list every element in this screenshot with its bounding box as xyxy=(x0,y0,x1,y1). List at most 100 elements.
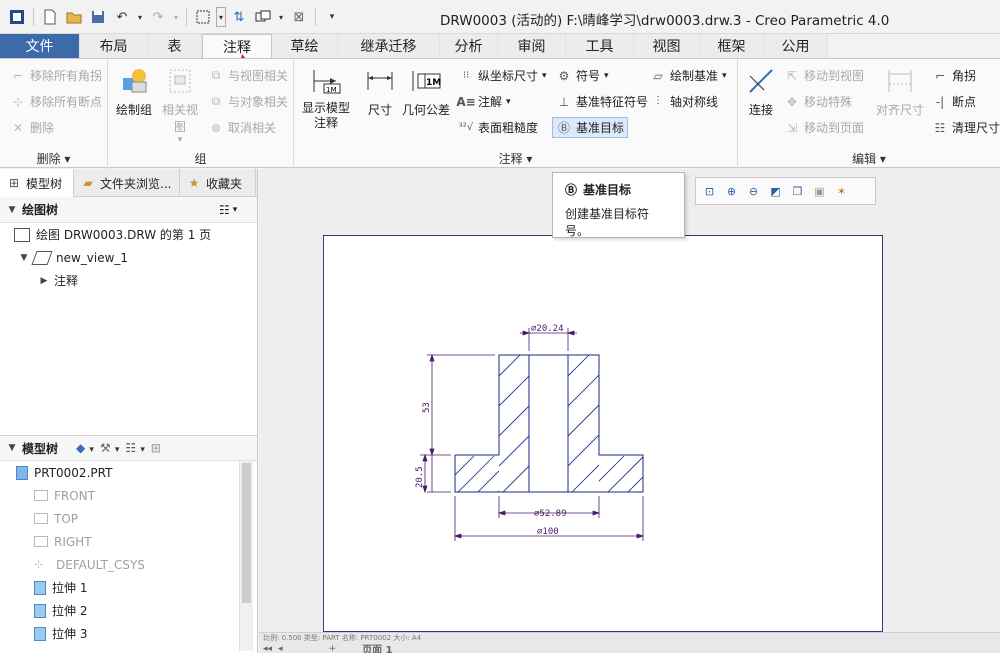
page-first-icon[interactable]: ◂◂ xyxy=(263,644,272,653)
dropdown-arrow-icon[interactable]: ▾ xyxy=(276,6,286,28)
unrelate-button[interactable]: ⊗ 取消相关 xyxy=(208,119,276,136)
windows-icon[interactable] xyxy=(252,6,274,28)
draw-tree-header[interactable]: ▼ 绘图树 ☷ ▾ xyxy=(0,197,257,223)
datum-target-button[interactable]: Ⓑ 基准目标 xyxy=(552,117,629,138)
jog-button[interactable]: ⌐ 角拐 xyxy=(932,67,976,84)
collapse-icon[interactable]: ▼ xyxy=(6,205,18,215)
relate-to-view-button[interactable]: ⧉ 与视图相关 xyxy=(208,67,288,84)
drawing-sheet[interactable]: ⌀20.24 53 20.5 ⌀52.89 ⌀100 xyxy=(323,235,883,632)
move-to-view-button[interactable]: ⇱ 移动到视图 xyxy=(784,67,864,84)
remove-all-jogs-button[interactable]: ⌐ 移除所有角拐 xyxy=(10,67,102,84)
relate-to-object-button[interactable]: ⧉ 与对象相关 xyxy=(208,93,288,110)
expand-icon[interactable]: ▶ xyxy=(38,276,50,286)
move-to-page-button[interactable]: ⇲ 移动到页面 xyxy=(784,119,864,136)
collapse-icon[interactable]: ▼ xyxy=(6,443,18,453)
page-add-icon[interactable]: + xyxy=(329,644,337,653)
tab-analysis[interactable]: 分析 xyxy=(440,34,498,58)
tab-layout[interactable]: 布局 xyxy=(80,34,148,58)
tab-legacy-migration[interactable]: 继承迁移 xyxy=(338,34,440,58)
move-special-button[interactable]: ✥ 移动特殊 xyxy=(784,93,852,110)
tab-frame[interactable]: 框架 xyxy=(700,34,764,58)
dropdown-arrow-icon[interactable]: ▾ xyxy=(216,7,226,27)
sheet-icon[interactable]: ▣ xyxy=(810,182,829,201)
redo-icon[interactable]: ↷ xyxy=(147,6,169,28)
draw-group-button[interactable]: 绘制组 xyxy=(112,65,156,118)
list-item[interactable]: 拉伸 3 xyxy=(0,622,257,645)
datum-display-icon[interactable]: ✶ xyxy=(832,182,851,201)
annotate-group-label[interactable]: 注释 ▾ xyxy=(294,149,737,169)
model-tree-header[interactable]: ▼ 模型树 ◆ ▾ ⚒ ▾ ☷ ▾ ⊞ xyxy=(0,435,257,461)
save-icon[interactable] xyxy=(87,6,109,28)
align-dimension-button[interactable]: 对齐尺寸 xyxy=(874,65,926,118)
dimension-button[interactable]: 尺寸 xyxy=(362,65,398,118)
breakpoint-button[interactable]: -| 断点 xyxy=(932,93,976,110)
surface-finish-button[interactable]: ³²√ 表面粗糙度 xyxy=(458,119,538,136)
list-item[interactable]: 拉伸 1 xyxy=(0,576,257,599)
delete-button[interactable]: ✕ 删除 xyxy=(10,119,54,136)
list-item[interactable]: ▶ 注释 xyxy=(0,269,257,292)
list-item[interactable]: RIGHT xyxy=(0,530,257,553)
datum-feature-symbol-button[interactable]: ⊥ 基准特征符号 xyxy=(556,93,648,110)
regenerate-icon[interactable]: ⇅ xyxy=(228,6,250,28)
show-icon[interactable]: ◆ ▾ xyxy=(76,441,94,455)
edit-group-label[interactable]: 编辑 ▾ xyxy=(738,149,1000,169)
cleanup-dimension-button[interactable]: ☷ 清理尺寸 xyxy=(932,119,1000,136)
connect-button[interactable]: 连接 xyxy=(744,65,778,118)
list-item[interactable]: FRONT xyxy=(0,484,257,507)
tab-table[interactable]: 表 xyxy=(148,34,202,58)
tab-favorites[interactable]: ★ 收藏夹 xyxy=(180,169,256,197)
list-item[interactable]: ▼ new_view_1 xyxy=(0,246,257,269)
note-button[interactable]: A≡ 注解 ▾ xyxy=(456,93,510,110)
tab-sketch[interactable]: 草绘 xyxy=(272,34,338,58)
settings-icon[interactable]: ☷ ▾ xyxy=(125,441,144,455)
new-file-icon[interactable] xyxy=(39,6,61,28)
display-style-icon[interactable]: ❒ xyxy=(788,182,807,201)
page-tab[interactable]: 页面 1 xyxy=(362,641,392,653)
graphics-area[interactable]: ⊡ ⊕ ⊖ ◩ ❒ ▣ ✶ ⌀20.24 53 20.5 ⌀52.89 ⌀100 xyxy=(259,169,1000,646)
repaint-icon[interactable]: ◩ xyxy=(766,182,785,201)
list-item[interactable]: TOP xyxy=(0,507,257,530)
select-box-icon[interactable] xyxy=(192,6,214,28)
draw-tree-settings-icon[interactable]: ☷ ▾ xyxy=(219,201,247,219)
tab-model-tree[interactable]: ⊞ 模型树 xyxy=(0,169,74,197)
tab-applications[interactable]: 公用 xyxy=(764,34,828,58)
close-window-icon[interactable]: ⊠ xyxy=(288,6,310,28)
tab-view[interactable]: 视图 xyxy=(634,34,700,58)
customize-toolbar-icon[interactable]: ▾ xyxy=(321,6,343,28)
show-model-annotation-button[interactable]: 1M 显示模型注释 xyxy=(298,65,354,131)
list-item[interactable]: 插入 xyxy=(0,645,257,651)
dimension-label[interactable]: ⌀52.89 xyxy=(534,509,567,519)
vertical-scrollbar[interactable] xyxy=(239,461,253,651)
zoom-out-icon[interactable]: ⊖ xyxy=(744,182,763,201)
gtol-button[interactable]: 1M 几何公差 xyxy=(400,65,452,118)
tab-review[interactable]: 审阅 xyxy=(498,34,566,58)
dimension-label[interactable]: ⌀100 xyxy=(537,527,559,537)
list-item[interactable]: PRT0002.PRT xyxy=(0,461,257,484)
undo-icon[interactable]: ↶ xyxy=(111,6,133,28)
related-view-button[interactable]: 相关视图 ▾ xyxy=(158,65,202,145)
page-prev-icon[interactable]: ◂ xyxy=(278,644,283,653)
dropdown-arrow-icon[interactable]: ▾ xyxy=(171,6,181,28)
zoom-in-icon[interactable]: ⊕ xyxy=(722,182,741,201)
drawing-view[interactable]: ⌀20.24 53 20.5 ⌀52.89 ⌀100 xyxy=(324,236,882,631)
dimension-label[interactable]: ⌀20.24 xyxy=(531,324,564,334)
app-menu-icon[interactable] xyxy=(6,6,28,28)
collapse-icon[interactable]: ▼ xyxy=(18,253,30,263)
dimension-label[interactable]: 53 xyxy=(422,402,432,413)
tab-folder-browser[interactable]: ▰ 文件夹浏览... xyxy=(74,169,180,197)
list-item[interactable]: ⊹ DEFAULT_CSYS xyxy=(0,553,257,576)
tools-icon[interactable]: ⚒ ▾ xyxy=(100,441,119,455)
dropdown-arrow-icon[interactable]: ▾ xyxy=(135,6,145,28)
ordinate-dimension-button[interactable]: ⁝⁝ 纵坐标尺寸 ▾ xyxy=(458,67,547,84)
remove-all-breakpoints-button[interactable]: ⊹ 移除所有断点 xyxy=(10,93,102,110)
open-folder-icon[interactable] xyxy=(63,6,85,28)
dimension-label[interactable]: 20.5 xyxy=(415,466,425,488)
delete-group-label[interactable]: 删除 ▾ xyxy=(0,149,107,169)
list-item[interactable]: 绘图 DRW0003.DRW 的第 1 页 xyxy=(0,223,257,246)
tab-tools[interactable]: 工具 xyxy=(566,34,634,58)
draw-datum-button[interactable]: ▱ 绘制基准 ▾ xyxy=(650,67,726,84)
filter-icon[interactable]: ⊞ xyxy=(151,441,161,455)
refit-icon[interactable]: ⊡ xyxy=(700,182,719,201)
symbol-button[interactable]: ⚙ 符号 ▾ xyxy=(556,67,609,84)
axis-symmetric-button[interactable]: ⫶ 轴对称线 xyxy=(650,93,718,110)
